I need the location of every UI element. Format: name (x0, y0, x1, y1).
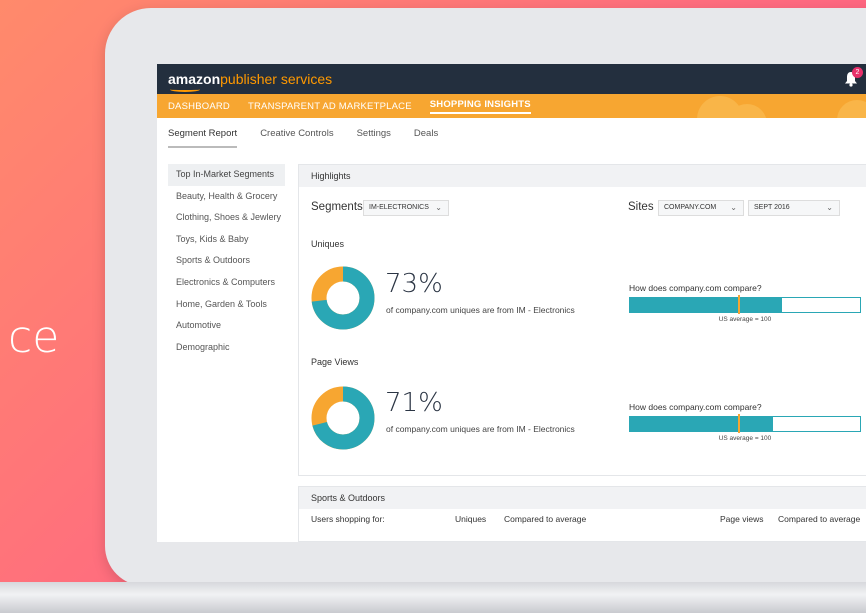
sub-tabs: Segment Report Creative Controls Setting… (157, 118, 866, 148)
date-select-value: SEPT 2016 (754, 204, 790, 211)
uniques-donut-chart (311, 266, 375, 330)
segment-sidebar: Top In-Market Segments Beauty, Health & … (168, 164, 285, 358)
page-views-average-note: US average = 100 (718, 435, 772, 442)
average-marker (738, 295, 741, 314)
sidebar-item-top-in-market[interactable]: Top In-Market Segments (168, 164, 285, 186)
date-select[interactable]: SEPT 2016 ⌄ (748, 200, 840, 216)
main-nav: DASHBOARD TRANSPARENT AD MARKETPLACE SHO… (157, 94, 866, 118)
segment-select-value: IM-ELECTRONICS (369, 204, 429, 211)
sports-title: Sports & Outdoors (299, 487, 866, 509)
highlights-title: Highlights (299, 165, 866, 187)
sidebar-item-demographic[interactable]: Demographic (168, 337, 285, 359)
logo-product: publisher services (220, 71, 333, 87)
sites-label: Sites (628, 201, 654, 213)
tab-deals[interactable]: Deals (414, 128, 438, 139)
nav-decoration (837, 100, 866, 118)
column-uniques: Uniques (455, 514, 487, 524)
segments-label: Segments (311, 201, 363, 213)
compare-bar-fill (630, 298, 782, 312)
tab-settings[interactable]: Settings (357, 128, 391, 139)
page-views-description: of company.com uniques are from IM - Ele… (386, 424, 575, 434)
column-page-views: Page views (720, 514, 764, 524)
nav-shopping-insights[interactable]: SHOPPING INSIGHTS (429, 99, 531, 114)
top-bar: amazonpublisher services 2 (157, 64, 866, 94)
page-views-compare-bar (629, 414, 861, 433)
nav-transparent-ad-marketplace[interactable]: TRANSPARENT AD MARKETPLACE (248, 101, 412, 112)
logo-smile (170, 87, 200, 92)
uniques-description: of company.com uniques are from IM - Ele… (386, 305, 575, 315)
page-views-compare-title: How does company.com compare? (629, 402, 762, 412)
laptop-base (0, 582, 866, 613)
content-area: Top In-Market Segments Beauty, Health & … (157, 148, 866, 542)
sidebar-item-beauty[interactable]: Beauty, Health & Grocery (168, 186, 285, 208)
uniques-label: Uniques (311, 239, 345, 249)
filter-row: Segments IM-ELECTRONICS ⌄ Sites COMPANY.… (311, 199, 866, 219)
tab-creative-controls[interactable]: Creative Controls (260, 128, 333, 139)
uniques-compare-title: How does company.com compare? (629, 283, 762, 293)
chevron-down-icon: ⌄ (435, 203, 442, 212)
sports-outdoors-panel: Sports & Outdoors Users shopping for: Un… (298, 486, 866, 542)
sidebar-item-electronics[interactable]: Electronics & Computers (168, 272, 285, 294)
sidebar-item-toys[interactable]: Toys, Kids & Baby (168, 229, 285, 251)
sidebar-item-home[interactable]: Home, Garden & Tools (168, 294, 285, 316)
segment-select[interactable]: IM-ELECTRONICS ⌄ (363, 200, 449, 216)
app-screen: amazonpublisher services 2 DASHBOARD TRA… (157, 64, 866, 542)
logo[interactable]: amazonpublisher services (168, 71, 333, 92)
column-uniques-compared: Compared to average (504, 514, 587, 524)
chevron-down-icon: ⌄ (730, 203, 737, 212)
page-views-percent: 71% (385, 388, 443, 418)
page-views-label: Page Views (311, 357, 359, 367)
notification-badge: 2 (852, 67, 863, 78)
sidebar-item-automotive[interactable]: Automotive (168, 315, 285, 337)
uniques-compare-bar (629, 295, 861, 314)
page-views-donut-chart (311, 386, 375, 450)
background-text: ce (8, 312, 60, 363)
main-panel: Highlights Segments IM-ELECTRONICS ⌄ Sit… (298, 164, 866, 542)
nav-dashboard[interactable]: DASHBOARD (168, 101, 230, 112)
tab-segment-report[interactable]: Segment Report (168, 128, 238, 148)
average-marker (738, 414, 741, 433)
chevron-down-icon: ⌄ (826, 203, 833, 212)
highlights-panel: Highlights Segments IM-ELECTRONICS ⌄ Sit… (298, 164, 866, 476)
site-select[interactable]: COMPANY.COM ⌄ (658, 200, 744, 216)
column-page-views-compared: Compared to average (778, 514, 861, 524)
site-select-value: COMPANY.COM (664, 204, 717, 211)
column-users-shopping-for: Users shopping for: (311, 514, 385, 524)
sidebar-item-clothing[interactable]: Clothing, Shoes & Jewlery (168, 207, 285, 229)
notifications-button[interactable]: 2 (844, 67, 863, 87)
logo-brand: amazon (168, 71, 221, 87)
uniques-percent: 73% (385, 269, 443, 299)
sidebar-item-sports[interactable]: Sports & Outdoors (168, 250, 285, 272)
uniques-average-note: US average = 100 (718, 316, 772, 323)
compare-bar-fill (630, 417, 773, 431)
